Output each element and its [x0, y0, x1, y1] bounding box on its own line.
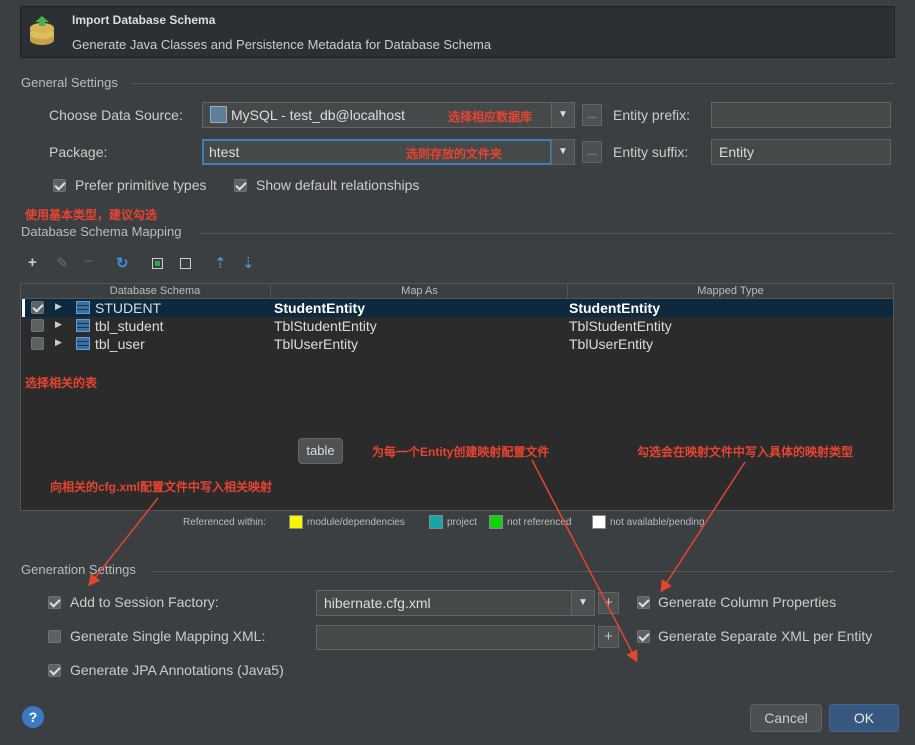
annotation-arrows	[88, 459, 746, 663]
arrow-to-separate-xml	[531, 459, 638, 663]
arrow-to-add-session	[88, 497, 159, 587]
arrow-to-column-properties	[660, 461, 746, 593]
